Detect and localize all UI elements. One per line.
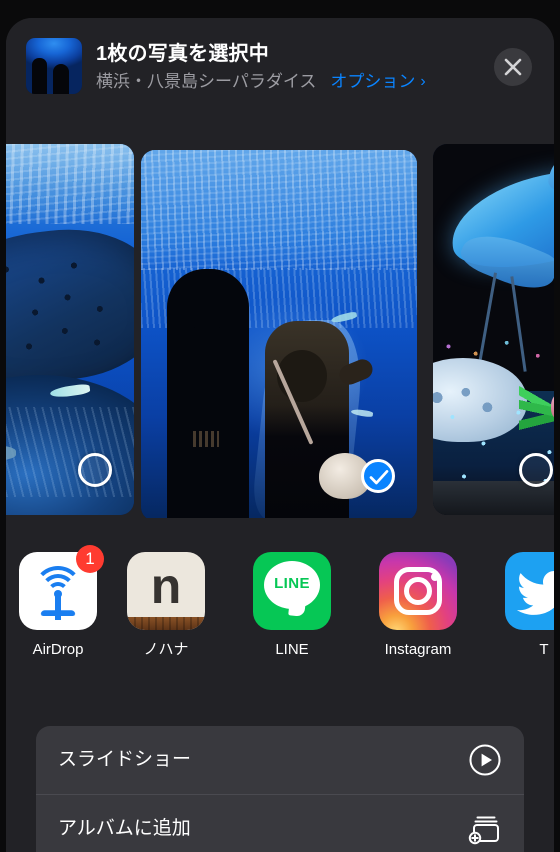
selected-photo-thumbnail bbox=[26, 38, 82, 94]
thumbnail-silhouette-adult bbox=[32, 58, 47, 94]
header-subtitle: 横浜・八景島シーパラダイス bbox=[96, 72, 317, 91]
action-row-add-to-album[interactable]: アルバムに追加 bbox=[36, 794, 524, 852]
play-circle-icon bbox=[468, 743, 502, 777]
airdrop-stem bbox=[55, 596, 61, 620]
share-target-twitter[interactable]: T bbox=[498, 552, 554, 659]
app-share-row[interactable]: 1 AirDrop n ノハナ LINE LINE Instagram T bbox=[6, 534, 554, 694]
photo-select-toggle-1[interactable] bbox=[78, 453, 112, 487]
airdrop-badge: 1 bbox=[76, 545, 104, 573]
nohana-letter: n bbox=[150, 558, 182, 614]
header-subtitle-row: 横浜・八景島シーパラダイス オプション › bbox=[96, 71, 426, 93]
share-sheet: 1枚の写真を選択中 横浜・八景島シーパラダイス オプション › 1 AirDro… bbox=[6, 18, 554, 852]
app-label: AirDrop bbox=[32, 641, 84, 658]
app-label: Instagram bbox=[384, 641, 452, 658]
line-tile: LINE bbox=[253, 552, 331, 630]
photo2-jacket-logo bbox=[193, 431, 219, 447]
instagram-lens bbox=[404, 577, 432, 605]
photo2-child-head bbox=[277, 350, 327, 402]
thumbnail-silhouette-child bbox=[53, 64, 69, 94]
photo2-water-surface bbox=[141, 150, 417, 270]
share-target-nohana[interactable]: n ノハナ bbox=[120, 552, 212, 659]
chevron-right-icon: › bbox=[420, 73, 426, 90]
page-title: 1枚の写真を選択中 bbox=[96, 43, 269, 65]
nohana-icon: n bbox=[127, 552, 205, 630]
photo1-water-surface bbox=[6, 144, 134, 224]
action-row-slideshow[interactable]: スライドショー bbox=[36, 726, 524, 794]
app-label: T bbox=[539, 641, 549, 658]
action-label: アルバムに追加 bbox=[58, 817, 191, 839]
add-to-album-icon bbox=[468, 812, 502, 846]
nohana-wood-strip bbox=[127, 617, 205, 630]
instagram-icon bbox=[379, 552, 457, 630]
photo-carousel[interactable] bbox=[6, 118, 554, 518]
share-target-line[interactable]: LINE LINE bbox=[246, 552, 338, 659]
app-label: LINE bbox=[275, 641, 309, 658]
line-bubble-tail bbox=[288, 599, 306, 617]
photo2-adult-head bbox=[181, 270, 233, 330]
photo-thumbnail-3[interactable] bbox=[433, 144, 554, 515]
photo1-fish-school bbox=[6, 407, 134, 497]
nohana-tile: n bbox=[127, 552, 205, 630]
app-label: ノハナ bbox=[143, 641, 189, 658]
twitter-icon bbox=[505, 552, 554, 630]
share-target-instagram[interactable]: Instagram bbox=[372, 552, 464, 659]
header-text-block: 1枚の写真を選択中 横浜・八景島シーパラダイス オプション › bbox=[96, 42, 426, 93]
airdrop-base bbox=[40, 610, 76, 616]
line-logo-text: LINE bbox=[274, 575, 310, 592]
share-sheet-screen: 1枚の写真を選択中 横浜・八景島シーパラダイス オプション › 1 AirDro… bbox=[0, 0, 560, 852]
options-label: オプション bbox=[330, 72, 416, 91]
photo-select-toggle-3[interactable] bbox=[519, 453, 553, 487]
photo-thumbnail-1[interactable] bbox=[6, 144, 134, 515]
photo1-ray-spots bbox=[6, 244, 134, 374]
twitter-tile bbox=[505, 552, 554, 630]
instagram-dot bbox=[431, 573, 439, 581]
instagram-tile bbox=[379, 552, 457, 630]
twitter-bird-icon bbox=[515, 570, 554, 623]
share-sheet-header: 1枚の写真を選択中 横浜・八景島シーパラダイス オプション › bbox=[6, 18, 554, 116]
action-list: スライドショー アルバムに追加 bbox=[36, 726, 524, 852]
photo-thumbnail-2[interactable] bbox=[141, 150, 417, 518]
photo-select-toggle-2[interactable] bbox=[361, 459, 395, 493]
options-button[interactable]: オプション › bbox=[330, 71, 425, 93]
share-target-airdrop[interactable]: 1 AirDrop bbox=[12, 545, 104, 659]
action-label: スライドショー bbox=[58, 749, 192, 770]
line-icon: LINE bbox=[253, 552, 331, 630]
close-button[interactable] bbox=[494, 48, 532, 86]
airdrop-icon: 1 bbox=[19, 545, 104, 630]
